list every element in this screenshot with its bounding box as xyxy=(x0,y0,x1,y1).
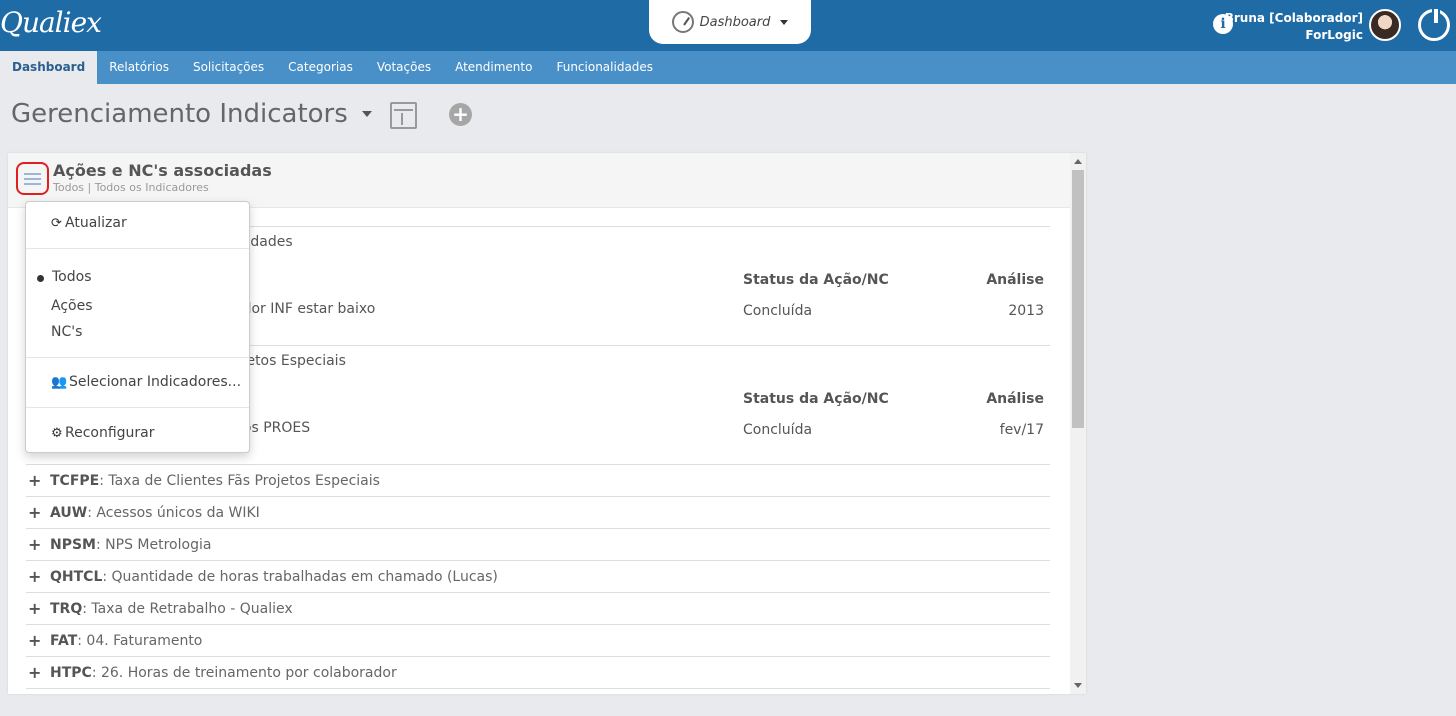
dashboard-selector-label: Dashboard xyxy=(699,14,771,30)
column-header-analise: Análise xyxy=(986,391,1044,407)
analise-value: fev/17 xyxy=(999,422,1044,438)
qualiex-logo[interactable]: Qualiex xyxy=(0,6,102,39)
indicator-row-auw[interactable]: + AUW : Acessos únicos da WIKI xyxy=(26,497,1050,529)
widget-header: Ações e NC's associadas Todos | Todos os… xyxy=(8,153,1070,208)
expand-icon[interactable]: + xyxy=(26,503,50,522)
top-header: Qualiex Dashboard i Bruna [Colaborador] … xyxy=(0,0,1456,51)
indicator-row-qhtcl[interactable]: + QHTCL : Quantidade de horas trabalhada… xyxy=(26,561,1050,593)
widget-menu-button[interactable] xyxy=(16,162,49,195)
add-widget-icon[interactable]: + xyxy=(449,103,472,126)
indicator-desc: : Quantidade de horas trabalhadas em cha… xyxy=(102,568,498,585)
scroll-down-arrow[interactable] xyxy=(1074,683,1082,688)
indicator-code: NPSM xyxy=(50,536,96,553)
nav-item-votacoes[interactable]: Votações xyxy=(365,51,443,84)
vertical-scrollbar[interactable] xyxy=(1070,153,1086,694)
avatar[interactable] xyxy=(1369,9,1401,41)
indicator-desc: : 04. Faturamento xyxy=(77,632,203,649)
expand-icon[interactable]: + xyxy=(26,631,50,650)
selected-bullet-icon xyxy=(37,275,44,282)
menu-item-filter-actions[interactable]: Ações xyxy=(51,298,93,314)
nav-item-atendimento[interactable]: Atendimento xyxy=(443,51,544,84)
indicator-code: TRQ xyxy=(50,600,83,617)
column-header-analise: Análise xyxy=(986,272,1044,288)
menu-item-refresh[interactable]: ⟳ Atualizar xyxy=(51,215,127,231)
status-value: Concluída xyxy=(743,303,813,319)
status-value: Concluída xyxy=(743,422,813,438)
column-header-status: Status da Ação/NC xyxy=(743,272,889,288)
expand-icon[interactable]: + xyxy=(26,471,50,490)
indicator-code: AUW xyxy=(50,504,88,521)
expand-icon[interactable]: + xyxy=(26,599,50,618)
layout-icon[interactable] xyxy=(390,102,417,129)
gauge-icon xyxy=(671,11,694,33)
indicator-row-tcfpe[interactable]: + TCFPE : Taxa de Clientes Fãs Projetos … xyxy=(26,465,1050,497)
refresh-icon: ⟳ xyxy=(51,216,62,231)
menu-item-filter-ncs[interactable]: NC's xyxy=(51,324,82,340)
indicator-desc: : Taxa de Clientes Fãs Projetos Especiai… xyxy=(99,472,380,489)
page-title[interactable]: Gerenciamento Indicators xyxy=(11,99,372,129)
analise-value: 2013 xyxy=(1008,303,1044,319)
power-icon[interactable] xyxy=(1418,7,1450,41)
chevron-down-icon xyxy=(361,111,372,117)
indicator-code: TCFPE xyxy=(50,472,100,489)
indicator-code: HTPC xyxy=(50,664,92,681)
page-title-text: Gerenciamento Indicators xyxy=(11,99,348,129)
gear-icon: ⚙ xyxy=(51,426,63,441)
main-nav: Dashboard Relatórios Solicitações Catego… xyxy=(0,51,1456,84)
user-company: ForLogic xyxy=(1305,28,1363,42)
scroll-up-arrow[interactable] xyxy=(1074,159,1082,164)
menu-item-select-indicators[interactable]: 👥 Selecionar Indicadores... xyxy=(51,374,241,390)
widget-subtitle: Todos | Todos os Indicadores xyxy=(53,181,209,194)
users-icon: 👥 xyxy=(51,375,68,390)
scrollbar-thumb[interactable] xyxy=(1072,170,1084,428)
expand-icon[interactable]: + xyxy=(26,567,50,586)
dashboard-selector[interactable]: Dashboard xyxy=(649,0,811,44)
menu-item-reconfigure[interactable]: ⚙ Reconfigurar xyxy=(51,425,155,441)
indicator-desc: : NPS Metrologia xyxy=(96,536,212,553)
chevron-down-icon xyxy=(780,19,789,25)
nav-item-funcionalidades[interactable]: Funcionalidades xyxy=(544,51,665,84)
expand-icon[interactable]: + xyxy=(26,663,50,682)
indicator-row-npsm[interactable]: + NPSM : NPS Metrologia xyxy=(26,529,1050,561)
indicator-desc: : Acessos únicos da WIKI xyxy=(87,504,260,521)
nav-item-solicitacoes[interactable]: Solicitações xyxy=(181,51,276,84)
menu-item-filter-all[interactable]: Todos xyxy=(52,269,91,285)
indicator-row-htpc[interactable]: + HTPC : 26. Horas de treinamento por co… xyxy=(26,657,1050,689)
nav-item-categorias[interactable]: Categorias xyxy=(276,51,365,84)
widget-title: Ações e NC's associadas xyxy=(53,161,272,180)
user-name: Bruna [Colaborador] xyxy=(1224,11,1363,25)
indicator-row-fat[interactable]: + FAT : 04. Faturamento xyxy=(26,625,1050,657)
widget-dropdown-menu: ⟳ Atualizar Todos Ações NC's 👥 Selecionar … xyxy=(25,201,250,453)
user-info[interactable]: Bruna [Colaborador] ForLogic xyxy=(1225,10,1363,44)
indicator-desc: : 26. Horas de treinamento por colaborad… xyxy=(91,664,397,681)
nav-item-dashboard[interactable]: Dashboard xyxy=(0,51,98,84)
expand-icon[interactable]: + xyxy=(26,535,50,554)
indicator-row-trq[interactable]: + TRQ : Taxa de Retrabalho - Qualiex xyxy=(26,593,1050,625)
section-title: ojetos Especiais xyxy=(234,353,346,369)
indicator-code: QHTCL xyxy=(50,568,103,585)
indicator-code: FAT xyxy=(50,632,78,649)
list-item-text: ador INF estar baixo xyxy=(234,301,376,317)
nav-item-relatorios[interactable]: Relatórios xyxy=(97,51,181,84)
column-header-status: Status da Ação/NC xyxy=(743,391,889,407)
indicator-desc: : Taxa de Retrabalho - Qualiex xyxy=(82,600,293,617)
